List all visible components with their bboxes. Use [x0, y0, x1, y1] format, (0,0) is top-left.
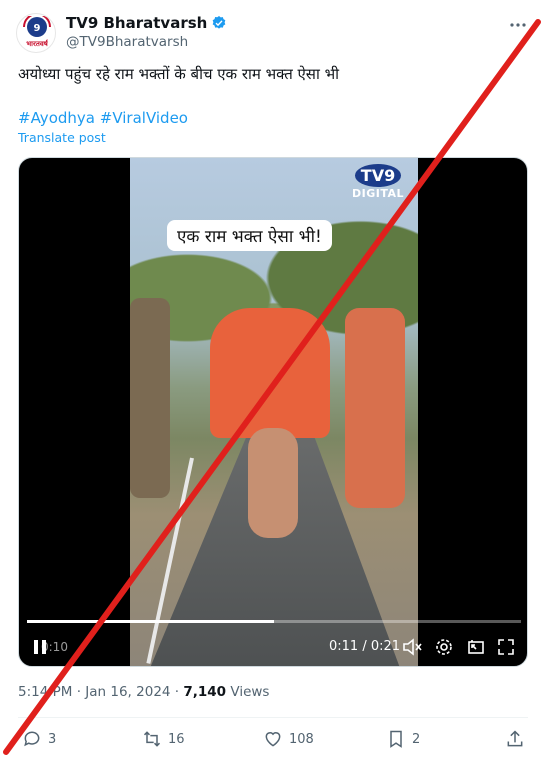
more-options-icon[interactable]: [507, 14, 529, 36]
svg-text:9: 9: [34, 23, 41, 34]
avatar[interactable]: 9 भारतवर्ष: [16, 13, 56, 53]
fullscreen-icon[interactable]: [495, 636, 517, 658]
video-watermark: TV9 DIGITAL: [343, 164, 413, 200]
video-walker: [345, 308, 405, 508]
bookmark-count: 2: [412, 731, 421, 747]
video-faded-label: 0:10: [41, 640, 68, 654]
verified-badge-icon: [212, 16, 226, 29]
watermark-sub: DIGITAL: [351, 187, 405, 200]
post-text: अयोध्या पहुंच रहे राम भक्तों के बीच एक र…: [18, 65, 340, 83]
video-bystander: [130, 298, 170, 498]
hashtag-link[interactable]: #Ayodhya: [18, 109, 95, 127]
video-controls: 0:10 0:11 / 0:21: [19, 630, 527, 666]
repost-count: 16: [168, 731, 185, 747]
action-bar: 3 16 108 2: [0, 726, 543, 754]
post-time[interactable]: 5:14 PM: [18, 684, 72, 700]
video-time: 0:11 / 0:21: [329, 639, 401, 654]
reply-icon: [24, 731, 40, 747]
video-progress-bar[interactable]: [27, 620, 521, 623]
post-header: 9 भारतवर्ष TV9 Bharatvarsh @TV9Bharatvar…: [0, 0, 543, 56]
author-name-row: TV9 Bharatvarsh: [66, 14, 227, 32]
divider: [18, 717, 528, 718]
reply-count: 3: [48, 731, 57, 747]
video-progress-fill: [27, 620, 274, 623]
avatar-brand-text: भारतवर्ष: [26, 40, 48, 48]
volume-muted-icon[interactable]: [401, 636, 423, 658]
share-button[interactable]: [505, 726, 525, 752]
video-handstand-body: [248, 428, 298, 538]
bookmark-icon: [390, 730, 402, 748]
hashtag-link[interactable]: #ViralVideo: [100, 109, 188, 127]
translate-post-link[interactable]: Translate post: [18, 130, 106, 145]
like-count: 108: [289, 731, 314, 747]
author-handle[interactable]: @TV9Bharatvarsh: [66, 34, 188, 50]
repost-button[interactable]: 16: [142, 726, 185, 752]
picture-in-picture-icon[interactable]: [465, 636, 487, 658]
heart-icon: [265, 732, 281, 747]
views-label: Views: [230, 684, 270, 700]
hashtags: #Ayodhya #ViralVideo: [18, 108, 188, 128]
reply-button[interactable]: 3: [22, 726, 56, 752]
video-player[interactable]: TV9 DIGITAL एक राम भक्त ऐसा भी! 0:10 0:1…: [18, 157, 528, 667]
watermark-brand: TV9: [354, 164, 402, 187]
post-meta: 5:14 PM · Jan 16, 2024 · 7,140 Views: [18, 684, 270, 700]
video-handstand-legs: [210, 308, 330, 438]
settings-gear-icon[interactable]: [433, 636, 455, 658]
bookmark-button[interactable]: 2: [386, 726, 420, 752]
view-count: 7,140: [183, 684, 227, 700]
repost-icon: [143, 731, 161, 747]
display-name[interactable]: TV9 Bharatvarsh: [66, 14, 207, 32]
post-date[interactable]: Jan 16, 2024: [85, 684, 170, 700]
like-button[interactable]: 108: [263, 726, 314, 752]
share-icon: [507, 730, 523, 747]
tv9-logo-icon: 9: [23, 16, 51, 37]
video-caption: एक राम भक्त ऐसा भी!: [167, 220, 332, 251]
